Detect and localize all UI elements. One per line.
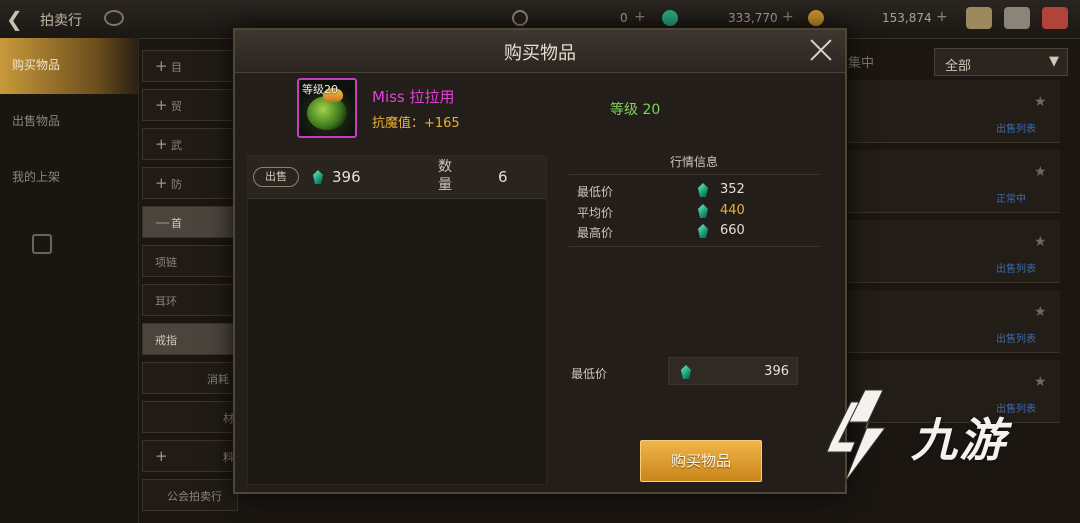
sidebar: 购买物品 出售物品 我的上架 <box>0 38 139 523</box>
lowest-price-label: 最低价 <box>577 185 614 199</box>
star-icon[interactable]: ★ <box>1034 94 1047 110</box>
highest-price-value: 660 <box>720 223 745 238</box>
gem-icon <box>696 223 710 239</box>
category-button[interactable]: + 贸 <box>142 89 238 121</box>
min-price-field[interactable]: 396 <box>668 357 798 385</box>
listing-price: 396 <box>332 168 361 186</box>
watermark-text: 九游 <box>911 413 1007 467</box>
category-button[interactable]: 消耗 <box>142 362 238 394</box>
sell-list-link[interactable]: 出售列表 <box>996 260 1036 275</box>
star-icon[interactable]: ★ <box>1034 164 1047 180</box>
mail-icon[interactable] <box>1004 7 1030 29</box>
moon-currency-icon <box>512 10 528 26</box>
chat-icon[interactable] <box>1042 7 1068 29</box>
currency-gold-value: 153,874 <box>882 11 932 25</box>
dialog-title: 购买物品 <box>504 43 576 64</box>
jiuyou-logo-icon <box>826 389 886 483</box>
sidebar-item-buy[interactable]: 购买物品 <box>0 38 138 94</box>
sell-badge: 出售 <box>253 167 299 187</box>
filter-dropdown[interactable]: 全部 ▼ <box>934 48 1068 76</box>
list-item[interactable]: ★ 出售列表 <box>848 80 1060 143</box>
listing-panel: 出售 396 数量 6 <box>247 155 547 485</box>
gem-icon <box>311 169 325 185</box>
category-button[interactable]: 材 <box>142 401 238 433</box>
list-item[interactable]: ★ 出售列表 <box>848 220 1060 283</box>
add-currency-icon[interactable]: + <box>634 9 646 25</box>
item-level-tag: 等级20 <box>302 83 338 96</box>
eye-icon[interactable] <box>104 10 124 26</box>
category-button[interactable]: + 料 <box>142 440 238 472</box>
listing-row[interactable]: 出售 396 数量 6 <box>248 156 546 199</box>
currency-gem-value: 333,770 <box>728 11 778 25</box>
watermark: 九游 <box>825 382 1065 494</box>
add-currency-icon[interactable]: + <box>782 9 794 25</box>
gem-icon <box>696 182 710 198</box>
subcategory-button-selected[interactable]: 戒指 <box>142 323 238 355</box>
category-button[interactable]: + 防 <box>142 167 238 199</box>
star-icon[interactable]: ★ <box>1034 234 1047 250</box>
category-button[interactable]: + 武 <box>142 128 238 160</box>
page-title: 拍卖行 <box>40 13 82 29</box>
sidebar-item-my-listings[interactable]: 我的上架 <box>0 150 138 206</box>
divider <box>569 246 819 247</box>
sell-list-link[interactable]: 出售列表 <box>996 330 1036 345</box>
item-attribute: 抗魔值：+165 <box>372 116 460 131</box>
close-icon[interactable] <box>807 36 835 64</box>
buy-item-dialog: 购买物品 等级20 Miss 拉拉用 抗魔值：+165 等级 20 出售 396… <box>233 28 847 494</box>
subcategory-button[interactable]: 耳环 <box>142 284 238 316</box>
caret-down-icon: ▼ <box>1049 54 1059 69</box>
dropdown-value: 全部 <box>945 59 972 74</box>
average-price-value: 440 <box>720 203 745 218</box>
item-level: 等级 20 <box>610 102 661 118</box>
star-icon[interactable]: ★ <box>1034 304 1047 320</box>
list-item[interactable]: ★ 正常中 <box>848 150 1060 213</box>
quantity-label: 数量 <box>438 159 452 193</box>
listing-quantity: 6 <box>498 168 508 186</box>
market-info-title: 行情信息 <box>670 155 719 169</box>
category-button[interactable]: + 目 <box>142 50 238 82</box>
item-icon[interactable]: 等级20 <box>297 78 357 138</box>
min-price-label: 最低价 <box>571 367 608 381</box>
sell-list-link[interactable]: 正常中 <box>996 190 1026 205</box>
filter-label: 集中 <box>848 56 875 71</box>
subcategory-button[interactable]: 项链 <box>142 245 238 277</box>
back-arrow-icon[interactable]: ❮ <box>6 8 28 30</box>
add-currency-icon[interactable]: + <box>936 9 948 25</box>
lowest-price-value: 352 <box>720 182 745 197</box>
gem-currency-icon <box>662 10 678 26</box>
shop-icon[interactable] <box>966 7 992 29</box>
filter-checkbox[interactable] <box>32 234 52 254</box>
list-item[interactable]: ★ 出售列表 <box>848 290 1060 353</box>
gem-icon <box>679 364 693 380</box>
min-price-value: 396 <box>764 364 789 379</box>
sell-list-link[interactable]: 出售列表 <box>996 120 1036 135</box>
divider <box>569 174 819 175</box>
currency-moon-value: 0 <box>620 11 628 25</box>
sidebar-item-sell[interactable]: 出售物品 <box>0 94 138 150</box>
highest-price-label: 最高价 <box>577 226 614 240</box>
gem-icon <box>696 203 710 219</box>
buy-item-button[interactable]: 购买物品 <box>640 440 762 482</box>
category-button-expanded[interactable]: — 首 <box>142 206 238 238</box>
item-name: Miss 拉拉用 <box>372 88 455 106</box>
gold-currency-icon <box>808 10 824 26</box>
average-price-label: 平均价 <box>577 206 614 220</box>
dialog-header: 购买物品 <box>235 30 845 73</box>
guild-auction-button[interactable]: 公会拍卖行 <box>142 479 238 511</box>
